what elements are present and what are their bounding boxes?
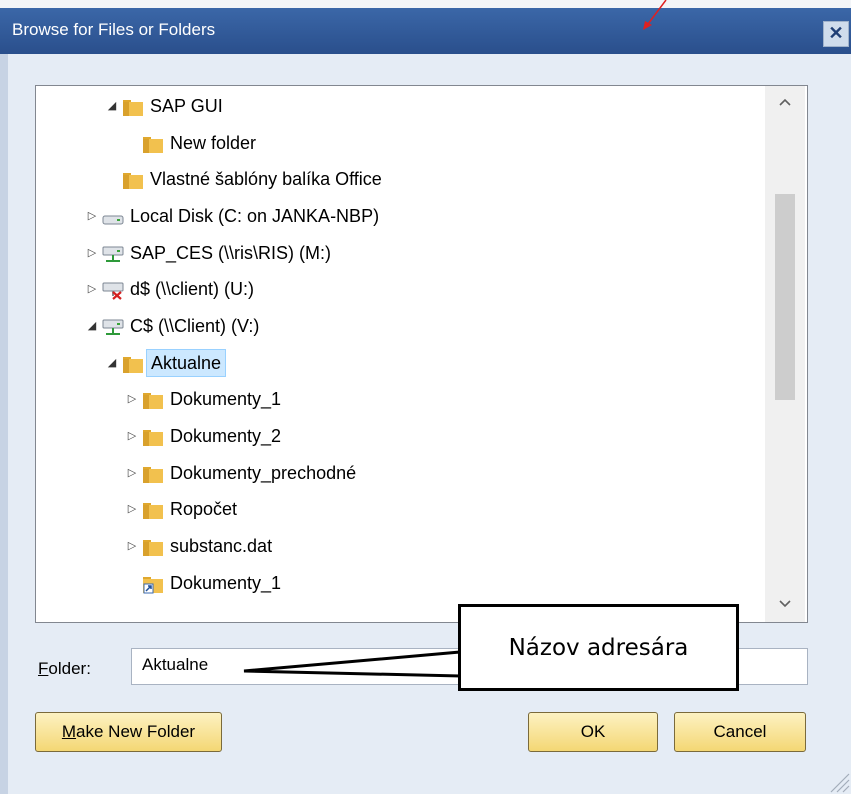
tree-item[interactable]: ◢ C$ (\\Client) (V:) bbox=[36, 311, 772, 341]
tree-item-label: C$ (\\Client) (V:) bbox=[130, 316, 260, 336]
window-left-edge bbox=[0, 54, 8, 794]
cancel-button[interactable]: Cancel bbox=[674, 712, 806, 752]
folder-icon bbox=[142, 426, 164, 446]
network-drive-icon bbox=[102, 316, 124, 336]
collapsed-triangle-icon[interactable]: ▷ bbox=[86, 238, 98, 268]
folder-icon bbox=[142, 536, 164, 556]
tree-item[interactable]: ◢ SAP GUI bbox=[36, 91, 772, 121]
collapsed-triangle-icon[interactable]: ▷ bbox=[126, 531, 138, 561]
folder-tree[interactable]: ◢ SAP GUI New folder Vlastné šablóny balíka… bbox=[35, 85, 808, 623]
tree-item-label: SAP_CES (\\ris\RIS) (M:) bbox=[130, 243, 332, 263]
make-new-folder-button[interactable]: Make New Folder bbox=[35, 712, 222, 752]
expanded-triangle-icon[interactable]: ◢ bbox=[86, 311, 98, 341]
tree-item-label: d$ (\\client) (U:) bbox=[130, 279, 255, 299]
tree-item-label: Dokumenty_1 bbox=[170, 389, 282, 409]
disconnected-network-drive-icon bbox=[102, 279, 124, 300]
tree-item-label: Local Disk (C: on JANKA-NBP) bbox=[130, 206, 380, 226]
title-bar[interactable]: Browse for Files or Folders ✕ bbox=[0, 8, 851, 54]
tree-item-label: Dokumenty_2 bbox=[170, 426, 282, 446]
scroll-thumb[interactable] bbox=[775, 194, 795, 400]
tree-item[interactable]: Vlastné šablóny balíka Office bbox=[36, 164, 772, 194]
window-title: Browse for Files or Folders bbox=[12, 20, 216, 39]
tree-item-label: substanc.dat bbox=[170, 536, 273, 556]
tree-item[interactable]: ▷ SAP_CES (\\ris\RIS) (M:) bbox=[36, 238, 772, 268]
shortcut-icon bbox=[142, 573, 164, 594]
tree-item-label: Aktualne bbox=[146, 349, 227, 377]
tree-item-label: SAP GUI bbox=[150, 96, 223, 116]
tree-item[interactable]: ▷ Dokumenty_2 bbox=[36, 421, 772, 451]
annotation-callout: Názov adresára bbox=[458, 604, 739, 691]
tree-item-label: Dokumenty_prechodné bbox=[170, 463, 357, 483]
folder-icon bbox=[122, 353, 144, 373]
tree-item[interactable]: ▷ Ropočet bbox=[36, 494, 772, 524]
close-icon: ✕ bbox=[828, 23, 844, 43]
tree-scrollbar[interactable] bbox=[765, 86, 805, 622]
network-drive-icon bbox=[102, 243, 124, 263]
tree-item[interactable]: New folder bbox=[36, 128, 772, 158]
folder-icon bbox=[142, 133, 164, 153]
local-disk-icon bbox=[102, 206, 124, 226]
close-button[interactable]: ✕ bbox=[823, 21, 849, 47]
top-strip bbox=[0, 0, 851, 8]
collapsed-triangle-icon[interactable]: ▷ bbox=[126, 494, 138, 524]
folder-label-text: older: bbox=[48, 659, 91, 678]
collapsed-triangle-icon[interactable]: ▷ bbox=[126, 421, 138, 451]
tree-item[interactable]: ▷ d$ (\\client) (U:) bbox=[36, 274, 772, 304]
make-new-folder-label: ake New Folder bbox=[76, 722, 196, 741]
folder-icon bbox=[122, 96, 144, 116]
folder-icon bbox=[122, 169, 144, 189]
tree-item-label: Vlastné šablóny balíka Office bbox=[150, 169, 382, 189]
collapsed-triangle-icon[interactable]: ▷ bbox=[86, 274, 98, 304]
collapsed-triangle-icon[interactable]: ▷ bbox=[126, 384, 138, 414]
tree-item[interactable]: ▷ Dokumenty_1 bbox=[36, 384, 772, 414]
tree-item-label: New folder bbox=[170, 133, 257, 153]
expanded-triangle-icon[interactable]: ◢ bbox=[106, 348, 118, 378]
scroll-down-icon[interactable] bbox=[765, 588, 805, 622]
scroll-up-icon[interactable] bbox=[765, 86, 805, 120]
callout-text: Názov adresára bbox=[508, 634, 689, 661]
folder-label: Folder: bbox=[38, 659, 91, 679]
folder-label-accel: F bbox=[38, 659, 49, 678]
folder-icon bbox=[142, 463, 164, 483]
tree-item[interactable]: Dokumenty_1 bbox=[36, 568, 772, 598]
tree-item[interactable]: ◢ Aktualne bbox=[36, 348, 772, 378]
ok-button[interactable]: OK bbox=[528, 712, 658, 752]
make-new-folder-accel: M bbox=[61, 722, 77, 741]
collapsed-triangle-icon[interactable]: ▷ bbox=[126, 458, 138, 488]
collapsed-triangle-icon[interactable]: ▷ bbox=[86, 201, 98, 231]
tree-item[interactable]: ▷ Local Disk (C: on JANKA-NBP) bbox=[36, 201, 772, 231]
expanded-triangle-icon[interactable]: ◢ bbox=[106, 91, 118, 121]
folder-icon bbox=[142, 499, 164, 519]
tree-item-label: Dokumenty_1 bbox=[170, 573, 282, 593]
tree-item[interactable]: ▷ Dokumenty_prechodné bbox=[36, 458, 772, 488]
folder-icon bbox=[142, 389, 164, 409]
tree-item-label: Ropočet bbox=[170, 499, 238, 519]
resize-grip-icon[interactable] bbox=[821, 764, 851, 794]
tree-item[interactable]: ▷ substanc.dat bbox=[36, 531, 772, 561]
